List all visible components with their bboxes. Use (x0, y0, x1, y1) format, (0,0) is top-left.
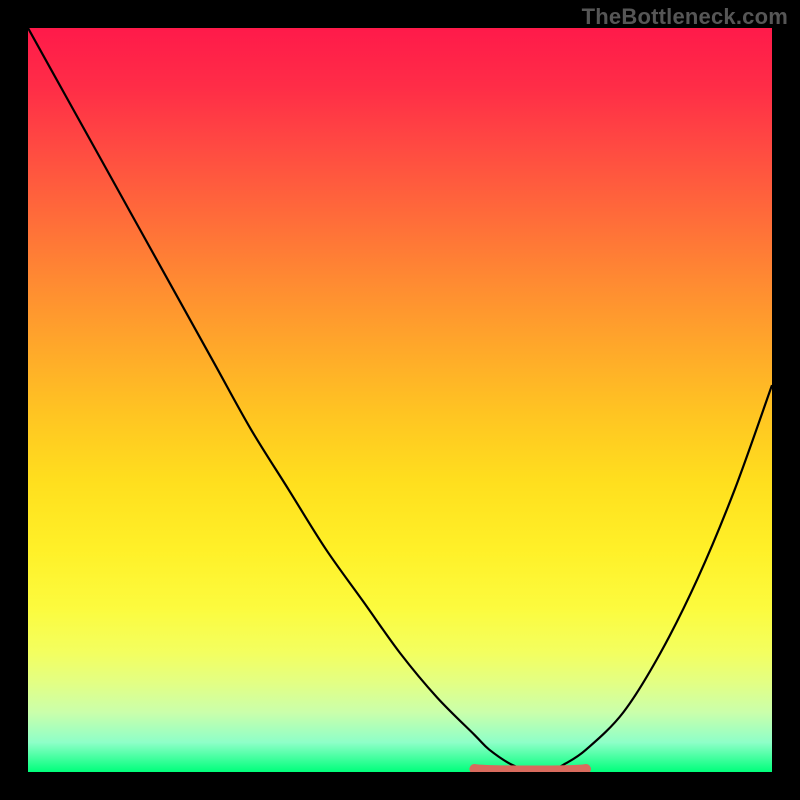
plot-canvas (28, 28, 772, 772)
watermark-text: TheBottleneck.com (582, 4, 788, 30)
curve-overlay (28, 28, 772, 772)
bottleneck-curve (28, 28, 772, 772)
plot-area (28, 28, 772, 772)
optimal-range-marker (474, 769, 586, 771)
chart-frame: TheBottleneck.com (0, 0, 800, 800)
